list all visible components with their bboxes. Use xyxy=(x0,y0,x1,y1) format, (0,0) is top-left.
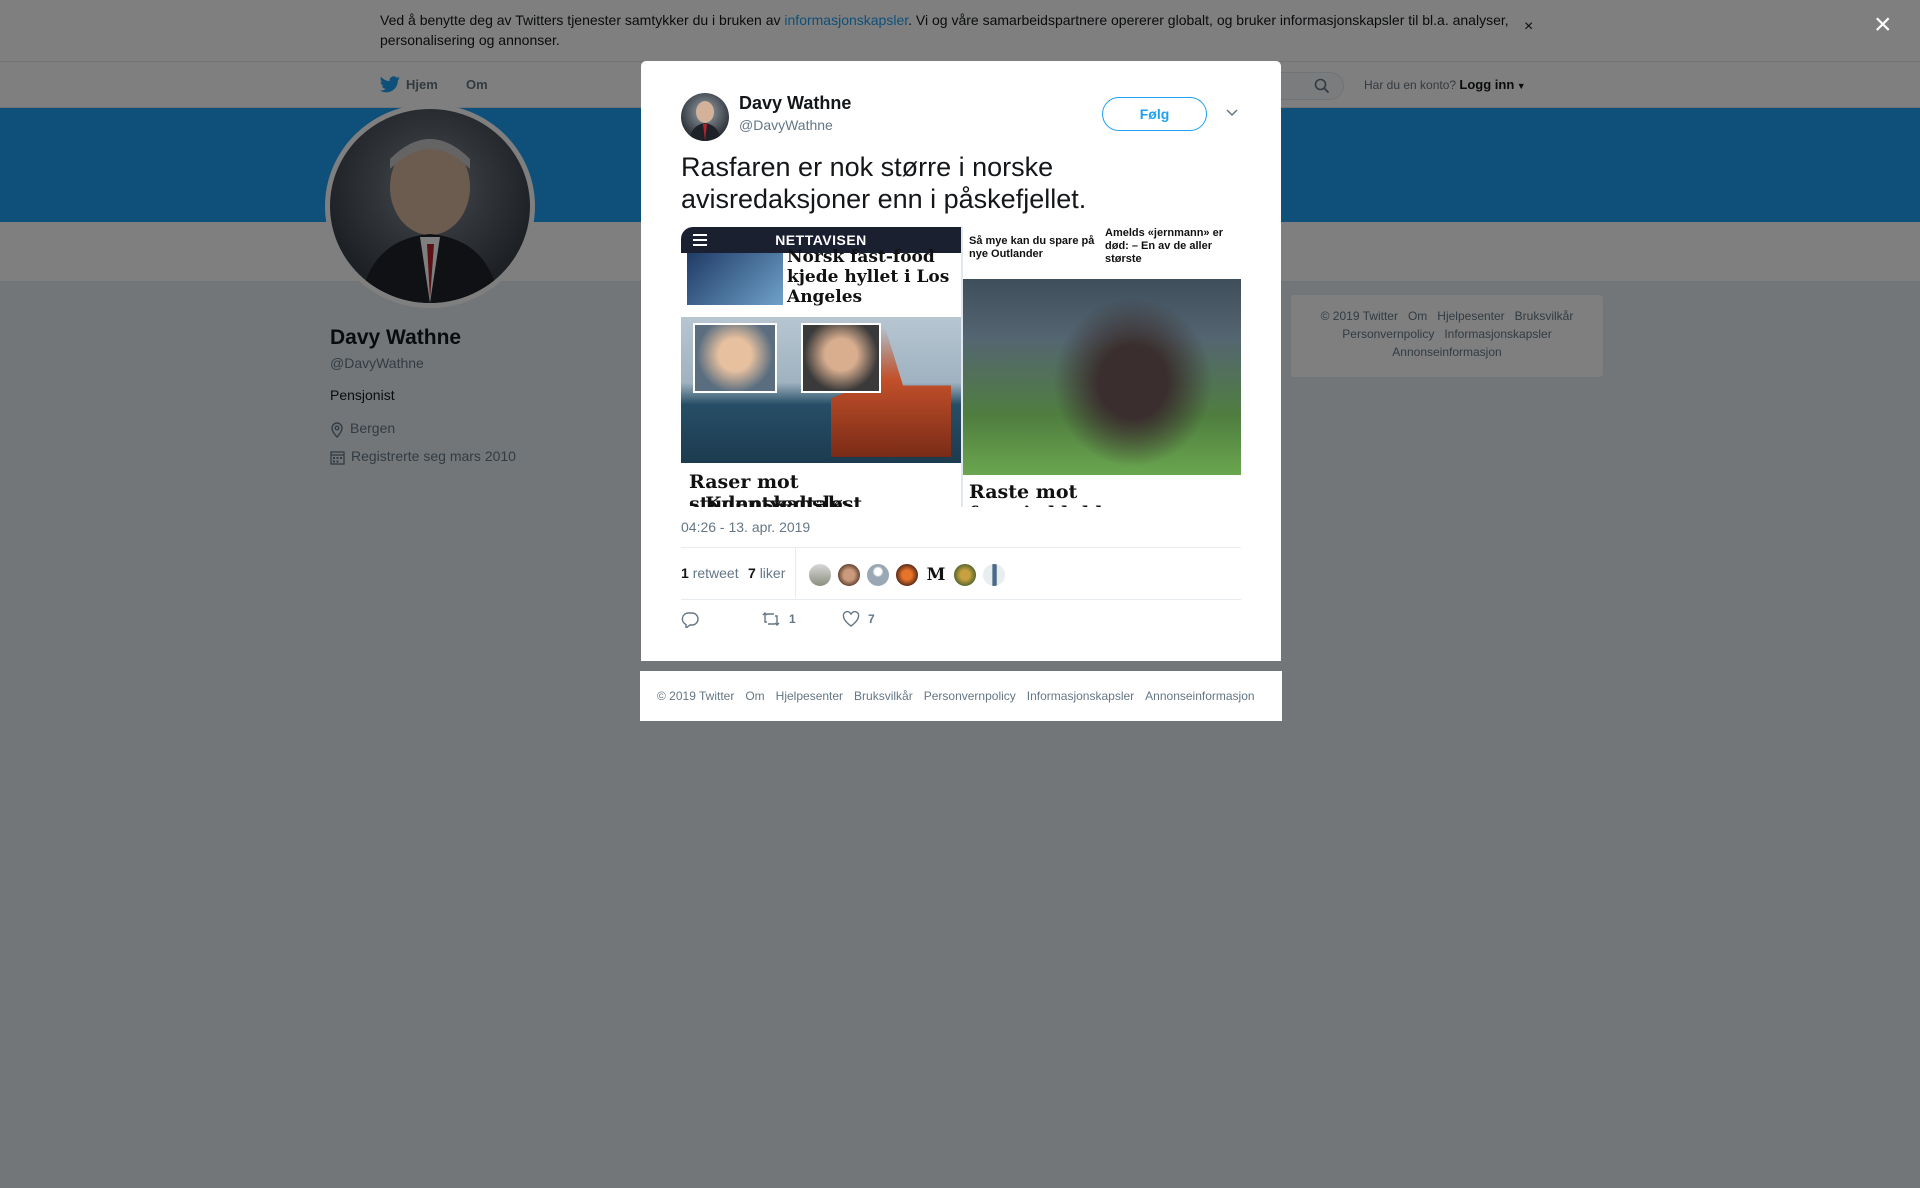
retweet-count-stat[interactable]: 1 retweet xyxy=(681,565,739,581)
portrait-photo xyxy=(693,323,777,393)
footer-link[interactable]: Personvernpolicy xyxy=(924,689,1016,703)
reply-button[interactable] xyxy=(681,611,707,628)
article-headline: Amelds «jernmann» er død: – En av de all… xyxy=(1105,227,1223,265)
tweet-author-handle[interactable]: @DavyWathne xyxy=(739,117,833,133)
tweet-text: Rasfaren er nok større i norske avisreda… xyxy=(681,152,1087,214)
footer-link[interactable]: Hjelpesenter xyxy=(776,689,843,703)
tweet-author-avatar[interactable] xyxy=(681,93,729,141)
portrait-photo xyxy=(801,323,881,393)
like-count: 7 xyxy=(748,565,756,581)
like-button[interactable]: 7 xyxy=(842,611,875,627)
retweet-count: 1 xyxy=(681,565,689,581)
tweet-timestamp[interactable]: 04:26 - 13. apr. 2019 xyxy=(681,519,810,535)
article-headline: Så mye kan du spare på nye Outlander xyxy=(969,235,1095,260)
article-thumbnail xyxy=(687,253,783,305)
chevron-down-icon[interactable] xyxy=(1225,107,1239,117)
like-label: liker xyxy=(759,565,786,581)
media-image-right[interactable]: Så mye kan du spare på nye Outlander Ame… xyxy=(963,227,1241,507)
liker-avatar-logo[interactable]: M xyxy=(924,563,948,587)
close-icon[interactable]: × xyxy=(1874,10,1892,40)
liker-avatar[interactable] xyxy=(895,563,919,587)
reply-icon xyxy=(681,612,699,628)
divider xyxy=(681,599,1241,600)
article-headline: Norsk fast-food kjede hyllet i Los Angel… xyxy=(787,247,950,307)
footer-link[interactable]: Om xyxy=(745,689,764,703)
footer-link[interactable]: © 2019 Twitter xyxy=(657,689,734,703)
tweet-author-name[interactable]: Davy Wathne xyxy=(739,93,851,114)
liker-avatar[interactable] xyxy=(866,563,890,587)
divider xyxy=(681,547,1241,548)
liker-avatar[interactable] xyxy=(837,563,861,587)
tweet-modal: Davy Wathne @DavyWathne Følg Rasfaren er… xyxy=(641,61,1281,661)
heart-icon xyxy=(842,611,860,627)
divider xyxy=(795,548,796,598)
footer-link[interactable]: Bruksvilkår xyxy=(854,689,913,703)
footer-link[interactable]: Annonseinformasjon xyxy=(1145,689,1254,703)
article-headline: Raste mot favorittklubben: xyxy=(969,481,1142,507)
modal-footer: © 2019 Twitter Om Hjelpesenter Bruksvilk… xyxy=(640,671,1282,721)
retweet-label: retweet xyxy=(692,565,739,581)
liker-avatar[interactable] xyxy=(808,563,832,587)
liker-avatar[interactable] xyxy=(953,563,977,587)
footer-link[interactable]: Informasjonskapsler xyxy=(1027,689,1134,703)
article-headline: – Kunnskapsløst xyxy=(689,493,863,507)
media-image-left[interactable]: NETTAVISEN Norsk fast-food kjede hyllet … xyxy=(681,227,961,507)
retweet-button[interactable]: 1 xyxy=(761,611,796,627)
like-action-count: 7 xyxy=(868,612,875,626)
menu-icon xyxy=(693,234,707,246)
retweet-action-count: 1 xyxy=(789,612,796,626)
masthead-text: NETTAVISEN xyxy=(775,232,867,248)
retweet-icon xyxy=(762,612,780,626)
players-cluster xyxy=(1053,297,1213,467)
follow-button[interactable]: Følg xyxy=(1102,97,1207,131)
like-count-stat[interactable]: 7 liker xyxy=(748,565,785,581)
liker-avatar[interactable] xyxy=(982,563,1006,587)
liker-avatars: M xyxy=(808,563,1011,587)
tweet-avatar-portrait xyxy=(689,101,721,141)
tweet-media[interactable]: NETTAVISEN Norsk fast-food kjede hyllet … xyxy=(681,227,1241,507)
